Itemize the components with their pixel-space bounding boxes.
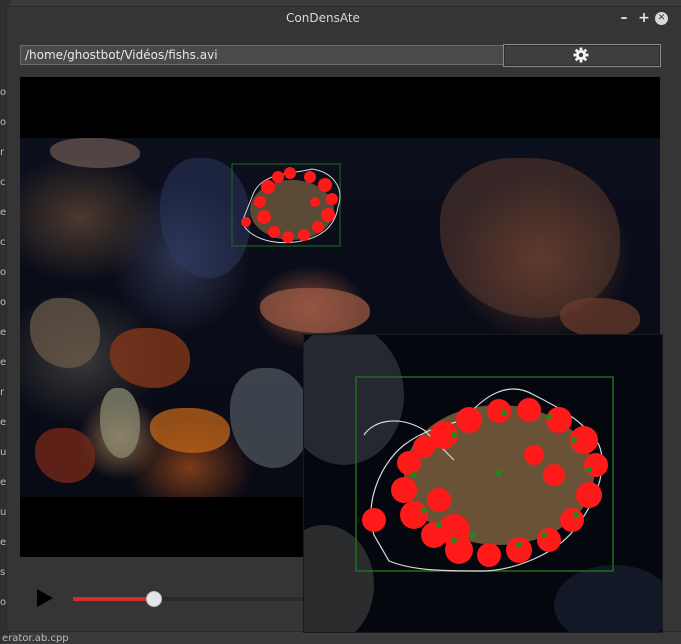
window-title: ConDensAte xyxy=(286,11,360,25)
maximize-button[interactable]: + xyxy=(637,10,651,26)
zoomed-detection-overlay xyxy=(304,335,662,632)
file-path-input[interactable] xyxy=(20,45,504,65)
settings-button[interactable] xyxy=(503,44,661,67)
title-bar[interactable]: ConDensAte – + ✕ xyxy=(7,7,681,31)
play-icon[interactable] xyxy=(37,589,53,607)
gear-icon xyxy=(573,47,589,63)
seek-bar-progress xyxy=(73,597,154,601)
seek-handle[interactable] xyxy=(146,591,162,607)
minimize-button[interactable]: – xyxy=(617,10,631,26)
background-window-filename: erator.ab.cpp xyxy=(2,633,69,644)
close-button[interactable]: ✕ xyxy=(655,12,668,25)
zoomed-detection-view xyxy=(303,334,663,633)
